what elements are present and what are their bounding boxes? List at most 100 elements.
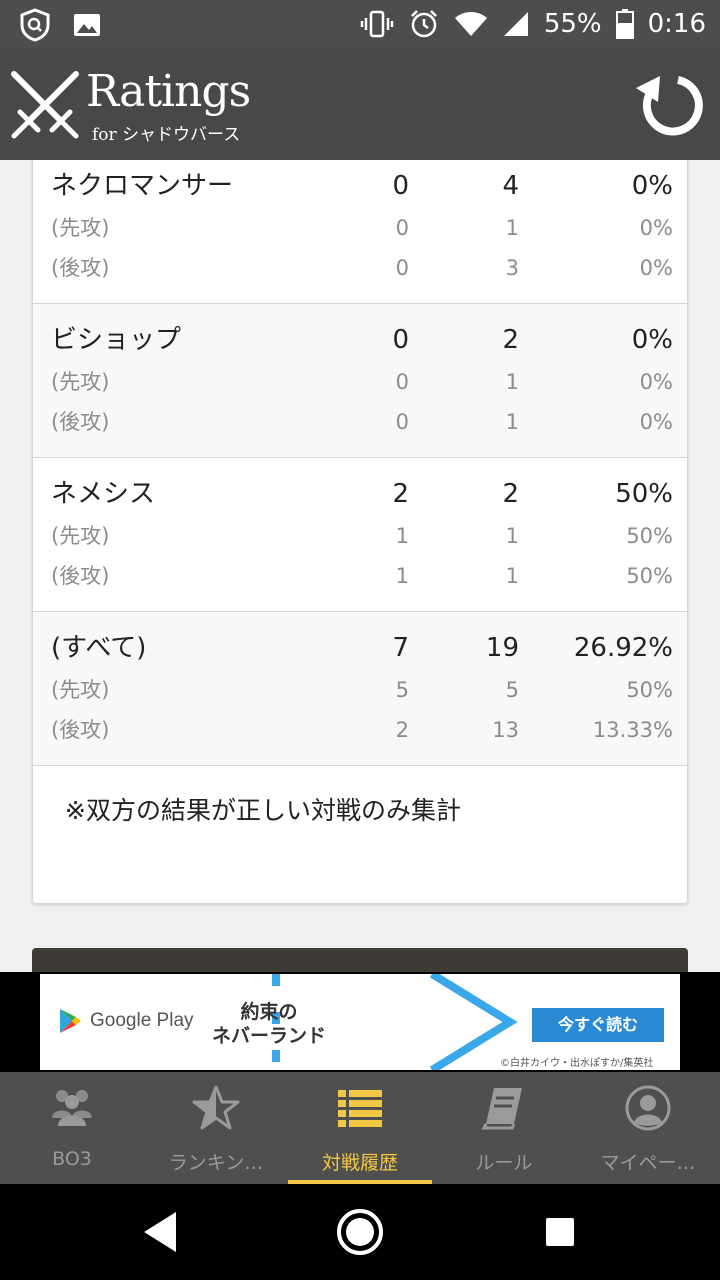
table-row: (すべて) 7 19 26.92%: [33, 628, 687, 668]
win-rate-value: 50%: [626, 564, 673, 588]
wifi-icon: [454, 12, 487, 36]
ad-banner-container: Google Play 約束の ネバーランド 今すぐ読む ©白井カイウ・出水ぽす…: [0, 972, 720, 1072]
wins-value: 1: [395, 524, 409, 548]
nav-item-ranking[interactable]: ランキン…: [144, 1072, 288, 1184]
wins-value: 0: [395, 410, 409, 434]
table-row: (先攻) 5 5 50%: [33, 670, 687, 710]
first-turn-label: (先攻): [51, 370, 110, 394]
wins-value: 0: [395, 256, 409, 280]
wins-value: 5: [395, 678, 409, 702]
recents-icon[interactable]: [532, 1204, 588, 1260]
app-bar: Ratings for シャドウバース: [0, 48, 720, 160]
refresh-icon[interactable]: [632, 68, 704, 140]
table-row: (後攻) 0 3 0%: [33, 248, 687, 288]
losses-value: 2: [502, 325, 519, 355]
ad-title-line2: ネバーランド: [212, 1025, 327, 1047]
class-name: ビショップ: [51, 325, 182, 355]
store-name: Google Play: [90, 1010, 194, 1031]
aggregation-note: ※双方の結果が正しい対戦のみ集計: [65, 796, 461, 825]
home-icon[interactable]: [332, 1204, 388, 1260]
system-nav-bar: [0, 1184, 720, 1280]
win-rate-value: 50%: [615, 479, 673, 509]
losses-value: 1: [505, 370, 519, 394]
losses-value: 19: [485, 633, 519, 663]
ad-banner[interactable]: Google Play 約束の ネバーランド 今すぐ読む ©白井カイウ・出水ぽす…: [40, 974, 680, 1070]
signal-icon: [503, 12, 528, 36]
wins-value: 7: [392, 633, 409, 663]
star-icon: [192, 1085, 240, 1130]
wins-value: 2: [395, 718, 409, 742]
vibrate-icon: [360, 10, 394, 38]
losses-value: 5: [505, 678, 519, 702]
google-play-icon: [60, 1009, 81, 1033]
read-now-button[interactable]: 今すぐ読む: [532, 1008, 664, 1042]
losses-value: 1: [505, 524, 519, 548]
class-group-bishop: ビショップ 0 2 0% (先攻) 0 1 0% (後攻) 0 1 0%: [33, 303, 687, 457]
win-rate-value: 0%: [639, 216, 673, 240]
win-rate-value: 0%: [631, 325, 673, 355]
class-name: (すべて): [51, 633, 147, 663]
class-group-necromancer: ネクロマンサー 0 4 0% (先攻) 0 1 0% (後攻) 0 3 0%: [33, 160, 687, 303]
losses-value: 13: [492, 718, 519, 742]
account-icon: [625, 1085, 671, 1131]
second-turn-label: (後攻): [51, 564, 110, 588]
crossed-swords-icon: [11, 71, 79, 139]
back-icon[interactable]: [132, 1204, 188, 1260]
table-row: ネメシス 2 2 50%: [33, 474, 687, 514]
wins-value: 0: [395, 370, 409, 394]
app-title: Ratings: [86, 66, 251, 117]
nav-item-match-history[interactable]: 対戦履歴: [288, 1072, 432, 1184]
list-icon: [338, 1090, 382, 1127]
bottom-nav: BO3 ランキン… 対戦履歴 ルール マイペー…: [0, 1072, 720, 1184]
table-row: (先攻) 1 1 50%: [33, 516, 687, 556]
win-rate-value: 13.33%: [592, 718, 673, 742]
app-subtitle: for シャドウバース: [92, 125, 241, 145]
first-turn-label: (先攻): [51, 678, 110, 702]
losses-value: 3: [505, 256, 519, 280]
table-row: (後攻) 1 1 50%: [33, 556, 687, 596]
table-row: (先攻) 0 1 0%: [33, 362, 687, 402]
class-group-nemesis: ネメシス 2 2 50% (先攻) 1 1 50% (後攻) 1 1 50%: [33, 457, 687, 611]
nav-label: マイペー…: [600, 1152, 696, 1174]
divider: [33, 765, 687, 766]
status-bar: 55% 0:16: [0, 0, 720, 48]
ad-title-line1: 約束の: [240, 1001, 298, 1023]
losses-value: 1: [505, 564, 519, 588]
scroll-content[interactable]: ネクロマンサー 0 4 0% (先攻) 0 1 0% (後攻) 0 3 0% ビ…: [0, 160, 720, 972]
wins-value: 0: [395, 216, 409, 240]
win-rate-value: 0%: [631, 171, 673, 201]
losses-value: 1: [505, 216, 519, 240]
nav-item-mypage[interactable]: マイペー…: [576, 1072, 720, 1184]
battery-percent: 55%: [543, 9, 602, 39]
table-row: (後攻) 2 13 13.33%: [33, 710, 687, 750]
win-rate-value: 50%: [626, 678, 673, 702]
nav-item-bo3[interactable]: BO3: [0, 1072, 144, 1184]
table-row: (後攻) 0 1 0%: [33, 402, 687, 442]
nav-label: ランキン…: [168, 1152, 264, 1174]
alarm-icon: [410, 10, 437, 38]
nav-label: BO3: [52, 1148, 92, 1170]
wins-value: 0: [392, 171, 409, 201]
shield-app-icon: [20, 8, 50, 42]
nav-label: 対戦履歴: [321, 1152, 398, 1174]
table-row: (先攻) 0 1 0%: [33, 208, 687, 248]
first-turn-label: (先攻): [51, 216, 110, 240]
users-icon: [52, 1090, 92, 1126]
nav-item-rules[interactable]: ルール: [432, 1072, 576, 1184]
class-group-all: (すべて) 7 19 26.92% (先攻) 5 5 50% (後攻) 2 13…: [33, 611, 687, 765]
win-rate-value: 26.92%: [573, 633, 673, 663]
nav-label: ルール: [475, 1152, 533, 1174]
table-row: ネクロマンサー 0 4 0%: [33, 166, 687, 206]
class-name: ネメシス: [51, 479, 156, 509]
class-name: ネクロマンサー: [51, 171, 234, 201]
second-turn-label: (後攻): [51, 256, 110, 280]
win-rate-value: 0%: [639, 256, 673, 280]
clock: 0:16: [647, 9, 706, 39]
losses-value: 4: [502, 171, 519, 201]
ad-title: 約束の ネバーランド: [212, 1000, 326, 1048]
wins-value: 0: [392, 325, 409, 355]
stats-card: ネクロマンサー 0 4 0% (先攻) 0 1 0% (後攻) 0 3 0% ビ…: [32, 160, 688, 904]
google-play-badge: Google Play: [58, 1008, 194, 1034]
second-turn-label: (後攻): [51, 718, 110, 742]
losses-value: 2: [502, 479, 519, 509]
